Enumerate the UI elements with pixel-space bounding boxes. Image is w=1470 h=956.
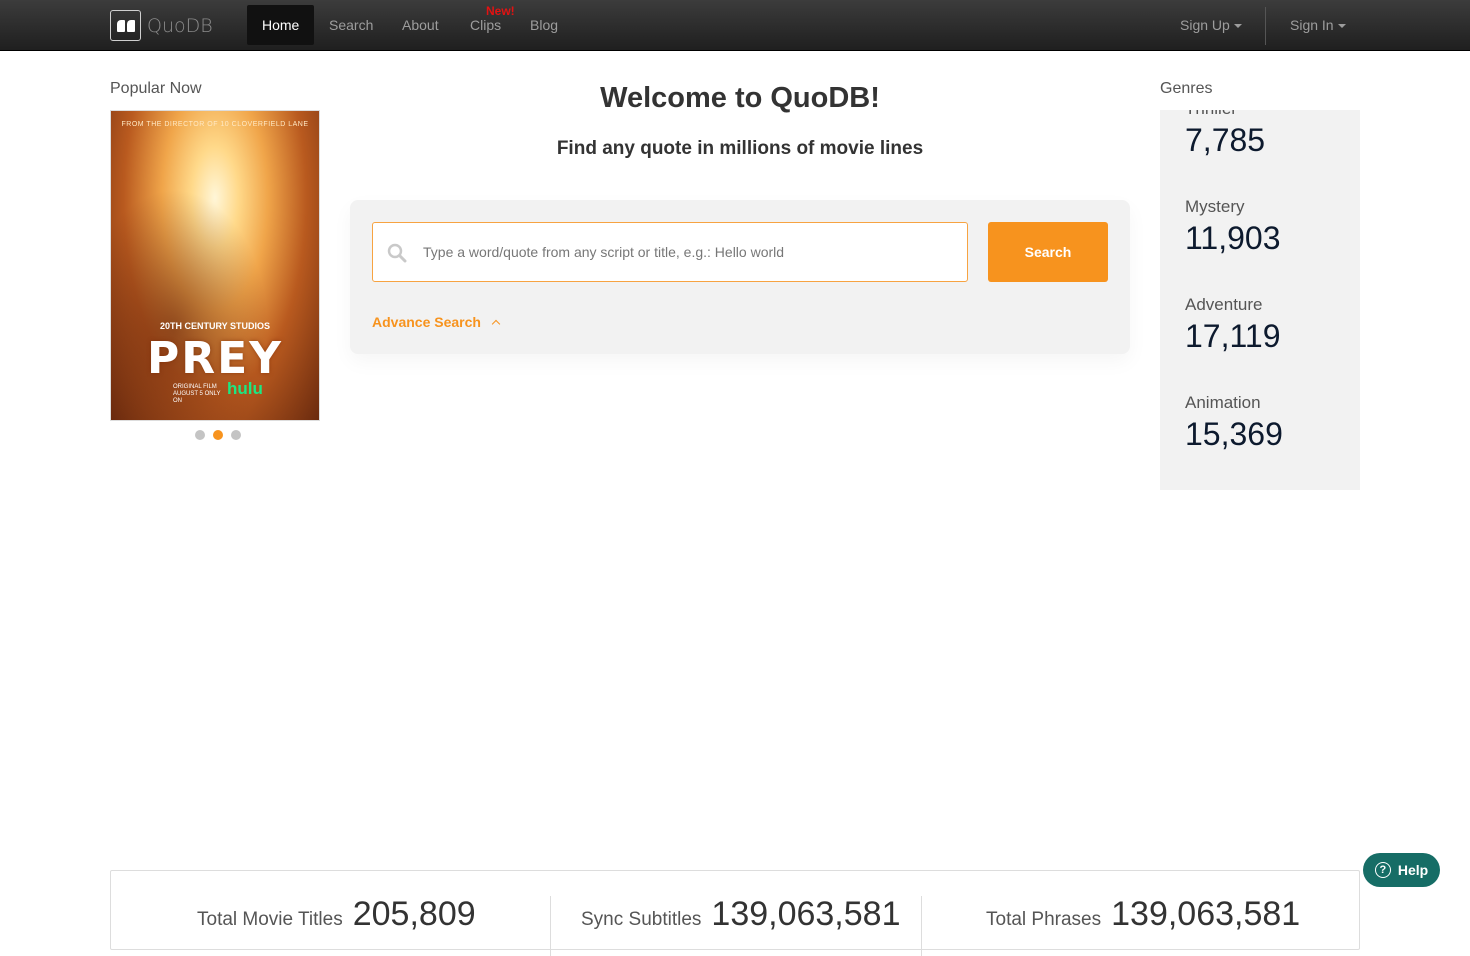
quote-marks-icon: [110, 10, 141, 41]
brand-name: QuoDB: [147, 14, 213, 37]
genre-name: Adventure: [1185, 295, 1263, 314]
genre-name: Thriller: [1185, 110, 1265, 120]
advance-search-toggle[interactable]: Advance Search: [372, 314, 501, 330]
stat-sync-subtitles: Sync Subtitles 139,063,581: [581, 895, 900, 934]
poster-title: PREY: [146, 333, 284, 384]
genre-item-adventure[interactable]: Adventure 17,119: [1185, 294, 1281, 356]
poster-tagline: FROM THE DIRECTOR OF 10 CLOVERFIELD LANE: [121, 121, 309, 128]
new-badge: New!: [486, 4, 515, 18]
search-button[interactable]: Search: [988, 222, 1108, 282]
genre-count: 7,785: [1185, 122, 1266, 158]
genre-count: 17,119: [1185, 318, 1281, 354]
stat-value: 139,063,581: [1111, 895, 1301, 933]
genre-count: 11,903: [1185, 220, 1281, 256]
stat-total-movie-titles: Total Movie Titles 205,809: [197, 895, 476, 934]
nav-about[interactable]: About: [402, 5, 439, 45]
stat-label: Total Movie Titles: [197, 909, 343, 930]
carousel-dot-2[interactable]: [213, 430, 223, 440]
carousel-dot-3[interactable]: [231, 430, 241, 440]
search-panel: Search Advance Search: [350, 200, 1130, 354]
stat-divider: [550, 896, 551, 956]
welcome-subtitle: Find any quote in millions of movie line…: [556, 138, 924, 159]
poster-network-logo: hulu: [227, 379, 263, 398]
brand-link[interactable]: QuoDB: [110, 10, 213, 41]
search-box: [372, 222, 968, 282]
popular-now-heading: Popular Now: [110, 80, 202, 97]
signin-label: Sign In: [1290, 17, 1334, 33]
stats-bar: Total Movie Titles 205,809 Sync Subtitle…: [110, 870, 1360, 956]
genres-list: Thriller 7,785 Mystery 11,903 Adventure …: [1160, 110, 1360, 490]
top-navbar: QuoDB Home Search About Clips New! Blog …: [0, 0, 1470, 51]
poster-studio: 20TH CENTURY STUDIOS: [159, 321, 271, 331]
genres-heading: Genres: [1160, 80, 1213, 97]
search-input[interactable]: [423, 223, 953, 281]
genre-item-mystery[interactable]: Mystery 11,903: [1185, 196, 1281, 258]
advance-search-label: Advance Search: [372, 314, 481, 330]
caret-down-icon: [1337, 24, 1346, 29]
help-button[interactable]: ? Help: [1363, 853, 1440, 887]
chevron-up-icon: [491, 319, 501, 328]
welcome-heading: Welcome to QuoDB!: [600, 82, 880, 114]
help-label: Help: [1397, 862, 1429, 878]
nav-search[interactable]: Search: [329, 5, 373, 45]
movie-poster[interactable]: FROM THE DIRECTOR OF 10 CLOVERFIELD LANE…: [110, 110, 320, 421]
search-icon: [387, 243, 407, 263]
stat-value: 139,063,581: [711, 895, 901, 933]
stat-label: Total Phrases: [986, 909, 1102, 930]
genre-item-animation[interactable]: Animation 15,369: [1185, 392, 1283, 454]
genre-count: 15,369: [1185, 416, 1283, 452]
stat-label: Sync Subtitles: [581, 909, 702, 930]
genre-name: Animation: [1185, 393, 1261, 412]
genre-name: Mystery: [1185, 197, 1245, 216]
signin-dropdown[interactable]: Sign In: [1290, 5, 1346, 45]
carousel-indicators: [195, 430, 241, 440]
stat-value: 205,809: [352, 895, 476, 933]
poster-origin: ORIGINAL FILM AUGUST 5 ONLY ON: [173, 384, 221, 404]
question-icon: ?: [1374, 862, 1391, 878]
stat-total-phrases: Total Phrases 139,063,581: [986, 895, 1300, 934]
nav-blog[interactable]: Blog: [530, 5, 558, 45]
stat-divider: [921, 896, 922, 956]
signup-label: Sign Up: [1180, 17, 1230, 33]
nav-divider: [1265, 7, 1266, 45]
carousel-dot-1[interactable]: [195, 430, 205, 440]
nav-home[interactable]: Home: [247, 5, 315, 45]
caret-down-icon: [1233, 24, 1242, 29]
signup-dropdown[interactable]: Sign Up: [1180, 5, 1242, 45]
genre-item-thriller[interactable]: Thriller 7,785: [1185, 110, 1265, 160]
